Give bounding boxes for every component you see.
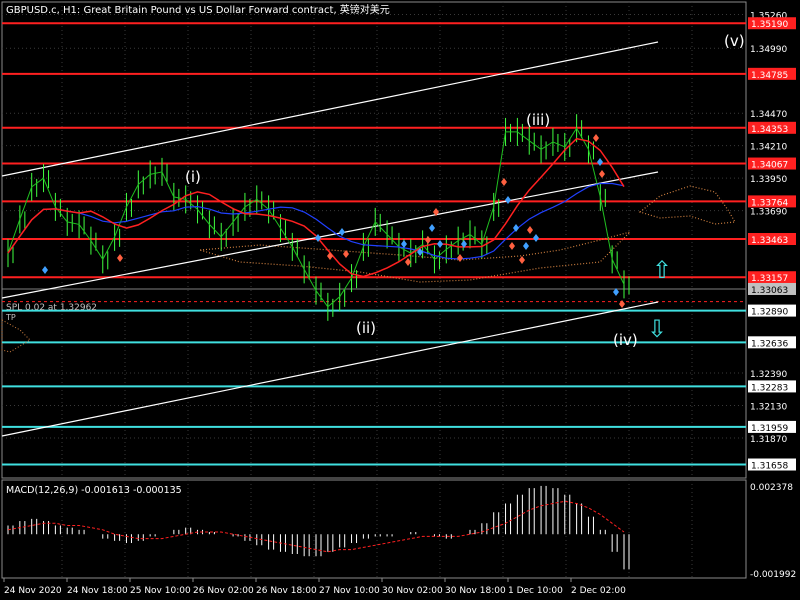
trade-marker-icon bbox=[523, 242, 529, 250]
trade-marker-icon bbox=[117, 254, 123, 262]
current-price-value: 1.33063 bbox=[751, 286, 788, 296]
price-tick-label: 1.31870 bbox=[750, 435, 787, 445]
wave-label-iii: (iii) bbox=[526, 111, 550, 129]
price-level-value: 1.34785 bbox=[751, 71, 788, 81]
chart-title: GBPUSD.c, H1: Great Britain Pound vs US … bbox=[6, 3, 390, 16]
price-tick-label: 1.33950 bbox=[750, 175, 787, 185]
cloud-left bbox=[1, 319, 31, 353]
trade-marker-icon bbox=[599, 170, 605, 178]
wave-label-i: (i) bbox=[185, 168, 201, 186]
time-tick-label: 27 Nov 10:00 bbox=[319, 586, 380, 596]
time-tick-label: 26 Nov 02:00 bbox=[193, 586, 254, 596]
trade-marker-icon bbox=[519, 256, 525, 264]
price-level-value: 1.33463 bbox=[751, 236, 788, 246]
blue-moving-average bbox=[7, 182, 625, 260]
price-tick-label: 1.34990 bbox=[750, 45, 787, 55]
time-tick-label: 30 Nov 18:00 bbox=[445, 586, 506, 596]
macd-label: MACD(12,26,9) -0.001613 -0.000135 bbox=[6, 485, 182, 496]
time-tick-label: 30 Nov 02:00 bbox=[382, 586, 443, 596]
time-tick-label: 26 Nov 18:00 bbox=[256, 586, 317, 596]
time-tick-label: 1 Dec 10:00 bbox=[508, 586, 563, 596]
price-level-value: 1.32890 bbox=[751, 308, 788, 318]
price-level-value: 1.31658 bbox=[751, 462, 788, 472]
trade-marker-icon bbox=[437, 240, 443, 248]
trade-marker-icon bbox=[457, 254, 463, 262]
time-tick-label: 2 Dec 02:00 bbox=[571, 586, 626, 596]
down-arrow-icon: ⇩ bbox=[647, 315, 667, 343]
price-tick-label: 1.32390 bbox=[750, 370, 787, 380]
time-tick-label: 24 Nov 2020 bbox=[4, 586, 62, 596]
macd-indicator: 0.002378 -0.001992 bbox=[7, 483, 796, 580]
tp-label: TP bbox=[5, 313, 16, 322]
trade-marker-icon bbox=[425, 236, 431, 244]
price-level-value: 1.32283 bbox=[751, 383, 788, 393]
lower-channel-line bbox=[1, 301, 659, 437]
trading-chart[interactable]: 0.002378 -0.001992 GBPUSD.c, H1: Great Br… bbox=[0, 0, 800, 600]
price-level-value: 1.34067 bbox=[751, 161, 788, 171]
price-level-value: 1.31959 bbox=[751, 424, 788, 434]
price-level-value: 1.35190 bbox=[751, 20, 788, 30]
wave-label-iv: (iv) bbox=[613, 331, 638, 349]
trade-marker-icon bbox=[327, 252, 333, 260]
trade-marker-icon bbox=[405, 258, 411, 266]
trade-marker-icon bbox=[527, 226, 533, 234]
price-level-value: 1.33157 bbox=[751, 274, 788, 284]
price-levels bbox=[2, 22, 746, 466]
wave-label-v: (v) bbox=[724, 32, 745, 50]
cloud-future bbox=[638, 185, 736, 225]
trade-marker-icon bbox=[429, 224, 435, 232]
trade-marker-icon bbox=[505, 196, 511, 204]
trade-marker-icon bbox=[401, 240, 407, 248]
trade-marker-icon bbox=[619, 300, 625, 308]
wave-label-ii: (ii) bbox=[356, 319, 376, 337]
time-tick-label: 24 Nov 18:00 bbox=[67, 586, 128, 596]
trade-marker-icon bbox=[501, 178, 507, 186]
up-arrow-icon: ⇧ bbox=[652, 256, 672, 284]
trade-marker-icon bbox=[339, 228, 345, 236]
price-tick-label: 1.34470 bbox=[750, 110, 787, 120]
price-tick-label: 1.32130 bbox=[750, 403, 787, 413]
price-tick-label: 1.34210 bbox=[750, 143, 787, 153]
price-tick-label: 1.33690 bbox=[750, 208, 787, 218]
trade-marker-icon bbox=[42, 266, 48, 274]
trade-marker-icon bbox=[509, 242, 515, 250]
middle-channel-line bbox=[1, 171, 659, 299]
price-level-value: 1.33764 bbox=[751, 198, 788, 208]
axes: 1.352601.349901.344701.342101.339501.336… bbox=[3, 11, 796, 596]
time-tick-label: 25 Nov 10:00 bbox=[130, 586, 191, 596]
macd-tick-label: 0.002378 bbox=[750, 483, 793, 493]
trade-marker-icon bbox=[533, 234, 539, 242]
trade-marker-icon bbox=[597, 158, 603, 166]
spl-label: SPL 0.02 at 1.32962 bbox=[6, 303, 97, 313]
macd-tick-label: -0.001992 bbox=[750, 570, 796, 580]
price-level-value: 1.32636 bbox=[751, 339, 788, 349]
trade-marker-icon bbox=[593, 134, 599, 142]
price-level-value: 1.34353 bbox=[751, 125, 788, 135]
